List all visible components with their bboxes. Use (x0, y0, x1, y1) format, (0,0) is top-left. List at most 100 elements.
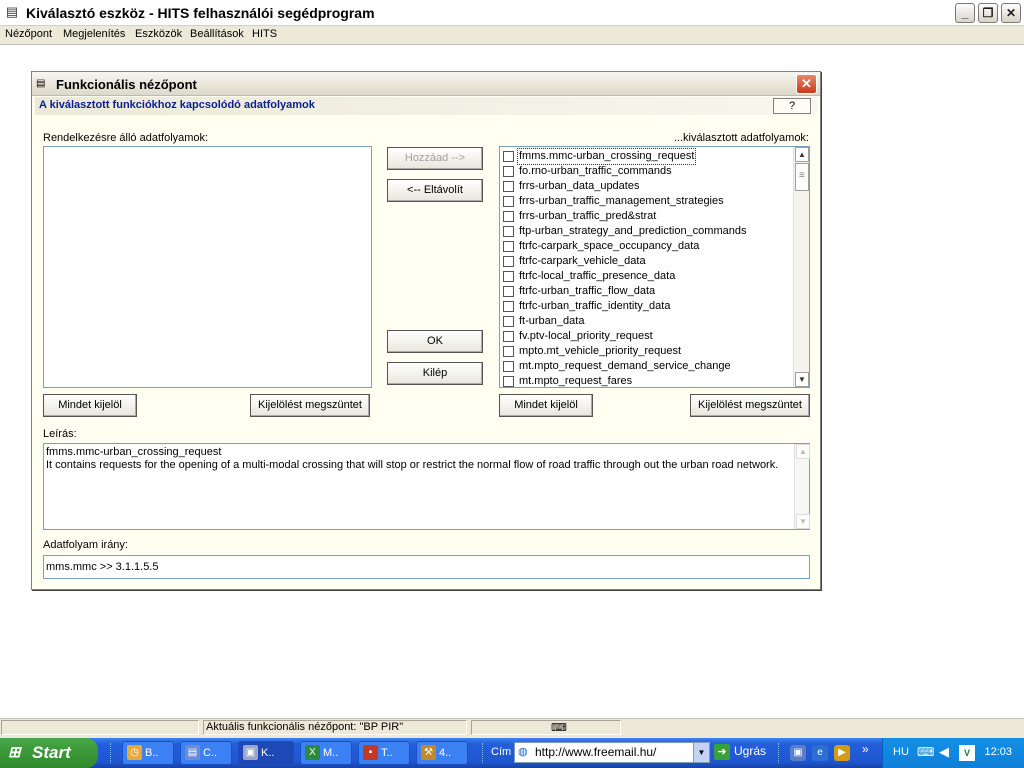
checkbox[interactable] (503, 376, 514, 387)
checkbox[interactable] (503, 361, 514, 372)
list-item[interactable]: frrs-urban_traffic_management_strategies (502, 194, 792, 209)
ok-button[interactable]: OK (387, 330, 483, 353)
taskbar-button-4[interactable]: X M.. (300, 741, 352, 765)
remove-button[interactable]: <-- Eltávolít (387, 179, 483, 202)
checkbox[interactable] (503, 226, 514, 237)
list-item[interactable]: mt.mpto_request_demand_service_change (502, 359, 792, 374)
taskbar-button-1[interactable]: ◷ B.. (122, 741, 174, 765)
deselect-left-button[interactable]: Kijelölést megszüntet (250, 394, 370, 417)
antivirus-icon[interactable]: V (959, 745, 975, 761)
checkbox[interactable] (503, 286, 514, 297)
app-icon[interactable]: ▤ (4, 4, 20, 20)
show-hidden-icons-icon[interactable]: ◀ (939, 744, 949, 760)
taskbar-button-2[interactable]: ▤ C.. (180, 741, 232, 765)
menu-hits[interactable]: HITS (252, 28, 277, 40)
description-line-text: It contains requests for the opening of … (46, 459, 779, 471)
checkbox[interactable] (503, 166, 514, 177)
exit-button[interactable]: Kilép (387, 362, 483, 385)
list-item-label: frrs-urban_traffic_pred&strat (519, 210, 657, 222)
quicklaunch-media-icon[interactable]: ▶ (834, 745, 850, 761)
description-scrollbar[interactable]: ▲ ▼ (794, 444, 810, 529)
menu-eszkozok[interactable]: Eszközök (135, 28, 182, 40)
checkbox[interactable] (503, 301, 514, 312)
direction-field[interactable]: mms.mmc >> 3.1.1.5.5 (43, 555, 810, 579)
subheader-text: A kiválasztott funkciókhoz kapcsolódó ad… (39, 99, 315, 111)
clock-icon: ◷ (127, 745, 142, 760)
list-item[interactable]: frrs-urban_data_updates (502, 179, 792, 194)
list-item[interactable]: ftrfc-urban_traffic_flow_data (502, 284, 792, 299)
scroll-down-arrow-icon[interactable]: ▼ (795, 372, 809, 387)
checkbox[interactable] (503, 346, 514, 357)
dialog-icon: ▤ (36, 78, 46, 89)
description-textarea[interactable]: fmms.mmc-urban_crossing_request It conta… (43, 443, 810, 530)
help-button[interactable]: ? (773, 98, 811, 114)
list-item[interactable]: fmms.mmc-urban_crossing_request (502, 148, 792, 165)
close-button[interactable]: ✕ (1001, 3, 1021, 23)
selected-streams-list[interactable]: fmms.mmc-urban_crossing_request fo.rno-ur… (499, 146, 810, 388)
checkbox[interactable] (503, 211, 514, 222)
menu-beallitasok[interactable]: Beállítások (190, 28, 244, 40)
checkbox[interactable] (503, 196, 514, 207)
list-item-label: mt.mpto_request_fares (519, 375, 633, 387)
list-item[interactable]: mpto.mt_vehicle_priority_request (502, 344, 792, 359)
list-item[interactable]: ftrfc-carpark_vehicle_data (502, 254, 792, 269)
minimize-button[interactable]: _ (955, 3, 975, 23)
quicklaunch-desktop-icon[interactable]: ▣ (790, 745, 806, 761)
go-button[interactable]: ➜ Ugrás (714, 744, 766, 760)
checkbox[interactable] (503, 256, 514, 267)
desc-scroll-down-icon[interactable]: ▼ (796, 514, 810, 529)
list-item[interactable]: ftrfc-urban_traffic_identity_data (502, 299, 792, 314)
checkbox[interactable] (503, 151, 514, 162)
list-item-label: mt.mpto_request_demand_service_change (519, 360, 731, 372)
go-arrow-icon: ➜ (714, 744, 730, 760)
checkbox[interactable] (503, 181, 514, 192)
select-all-right-button[interactable]: Mindet kijelöl (499, 394, 593, 417)
list-item[interactable]: fo.rno-urban_traffic_commands (502, 164, 792, 179)
scroll-thumb[interactable] (795, 163, 809, 191)
list-item-label: ftp-urban_strategy_and_prediction_comman… (519, 225, 747, 237)
list-item-label: fo.rno-urban_traffic_commands (519, 165, 672, 177)
list-item[interactable]: ftrfc-local_traffic_presence_data (502, 269, 792, 284)
list-item[interactable]: ftrfc-carpark_space_occupancy_data (502, 239, 792, 254)
status-viewpoint: Aktuális funkcionális nézőpont: "BP PIR" (203, 720, 467, 735)
list-item[interactable]: mt.mpto_request_fares (502, 374, 792, 389)
start-button[interactable]: ⊞ Start (0, 738, 98, 768)
checkbox[interactable] (503, 316, 514, 327)
list-item[interactable]: frrs-urban_traffic_pred&strat (502, 209, 792, 224)
description-label: Leírás: (43, 428, 77, 440)
list-item[interactable]: ft-urban_data (502, 314, 792, 329)
taskbar-button-6[interactable]: ⚒ 4.. (416, 741, 468, 765)
maximize-button[interactable]: ❐ (978, 3, 998, 23)
deselect-right-button[interactable]: Kijelölést megszüntet (690, 394, 810, 417)
clock: 12:03 (984, 746, 1012, 758)
selected-list-scrollbar[interactable]: ▲ ▼ (793, 147, 809, 387)
available-streams-list[interactable] (43, 146, 372, 388)
status-segment-1 (1, 720, 199, 735)
select-all-left-button[interactable]: Mindet kijelöl (43, 394, 137, 417)
taskbar-button-5[interactable]: ▪ T.. (358, 741, 410, 765)
quicklaunch-ie-icon[interactable]: e (812, 745, 828, 761)
checkbox[interactable] (503, 271, 514, 282)
language-indicator[interactable]: HU (893, 746, 909, 758)
list-item[interactable]: fv.ptv-local_priority_request (502, 329, 792, 344)
address-label: Cím (491, 746, 512, 758)
list-item-label: ftrfc-carpark_space_occupancy_data (519, 240, 700, 252)
menu-megjelenites[interactable]: Megjelenítés (63, 28, 125, 40)
address-input[interactable]: ◍ http://www.freemail.hu/ ▼ (514, 742, 710, 763)
checkbox[interactable] (503, 241, 514, 252)
desc-scroll-up-icon[interactable]: ▲ (796, 444, 810, 459)
add-button[interactable]: Hozzáad --> (387, 147, 483, 170)
keyboard-icon[interactable]: ⌨ (917, 745, 934, 759)
taskbar-separator (110, 743, 114, 763)
taskbar-button-3[interactable]: ▣ K.. (238, 741, 294, 765)
dialog-subheader: A kiválasztott funkciókhoz kapcsolódó ad… (35, 97, 817, 115)
chevron-right-icon[interactable]: » (862, 742, 869, 756)
dialog-close-button[interactable]: ✕ (796, 74, 817, 94)
checkbox[interactable] (503, 331, 514, 342)
scroll-up-arrow-icon[interactable]: ▲ (795, 147, 809, 162)
list-item[interactable]: ftp-urban_strategy_and_prediction_comman… (502, 224, 792, 239)
dialog-titlebar[interactable]: ▤ Funkcionális nézőpont ✕ (32, 72, 820, 96)
address-dropdown-icon[interactable]: ▼ (693, 743, 709, 762)
app-title: Kiválasztó eszköz - HITS felhasználói se… (26, 5, 375, 21)
menu-nezopont[interactable]: Nézőpont (5, 28, 52, 40)
